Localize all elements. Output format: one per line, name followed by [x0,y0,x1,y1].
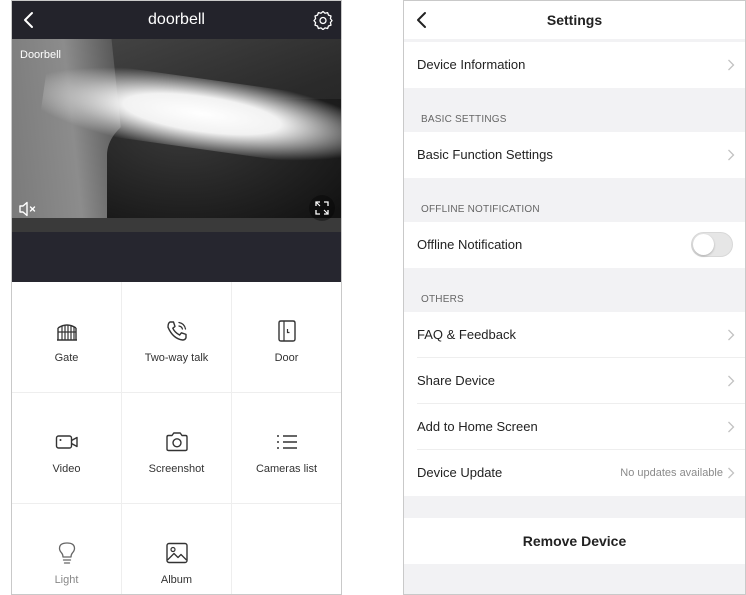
update-status: No updates available [620,467,723,479]
video-camera-icon [55,435,78,449]
list-icon [276,435,297,449]
camera-icon [165,432,188,452]
screenshot-button[interactable]: Screenshot [122,393,232,504]
device-information-label: Device Information [417,57,526,72]
chevron-right-icon [728,467,735,479]
mute-icon[interactable] [17,199,39,219]
device-update-label: Device Update [417,465,503,480]
cameras-list-label: Cameras list [255,463,318,475]
section-header-basic: BASIC SETTINGS [421,114,507,125]
section-header-offline: OFFLINE NOTIFICATION [421,204,540,215]
light-button[interactable]: Light [12,504,122,594]
chevron-right-icon [728,149,735,161]
two-way-talk-button[interactable]: Two-way talk [122,282,232,393]
doorbell-screen: doorbell Doorbell Gate Two-way talk Door… [11,0,342,595]
empty-grid-cell [232,504,341,594]
chevron-right-icon [728,375,735,387]
gate-icon [56,324,77,341]
add-to-home-screen-row[interactable]: Add to Home Screen [404,404,745,450]
gate-button[interactable]: Gate [12,282,122,393]
light-bulb-icon [58,542,75,564]
image-icon [165,542,188,564]
control-grid: Gate Two-way talk Door Video Screenshot … [12,282,341,594]
two-way-talk-label: Two-way talk [144,352,209,364]
remove-device-label: Remove Device [522,533,627,549]
gear-icon[interactable] [313,10,333,30]
expand-icon [315,201,329,215]
settings-header: Settings [404,1,745,39]
offline-notification-row: Offline Notification [404,222,745,268]
add-to-home-screen-label: Add to Home Screen [417,419,538,434]
door-icon [277,320,296,342]
video-label: Video [52,463,81,475]
door-button[interactable]: Door [232,282,341,393]
share-device-row[interactable]: Share Device [404,358,745,404]
basic-function-settings-row[interactable]: Basic Function Settings [404,132,745,178]
share-device-label: Share Device [417,373,496,388]
settings-screen: Settings Device Information BASIC SETTIN… [403,0,746,595]
device-information-row[interactable]: Device Information [404,42,745,88]
screenshot-label: Screenshot [148,463,205,475]
basic-function-settings-label: Basic Function Settings [417,147,553,162]
door-label: Door [274,352,299,364]
stream-label: Doorbell [20,49,61,61]
faq-feedback-row[interactable]: FAQ & Feedback [404,312,745,358]
live-video-view[interactable]: Doorbell [12,39,341,232]
video-button[interactable]: Video [12,393,122,504]
cameras-list-button[interactable]: Cameras list [232,393,341,504]
gate-label: Gate [54,352,79,364]
offline-notification-label: Offline Notification [417,237,523,252]
toggle-knob [693,234,714,255]
album-button[interactable]: Album [122,504,232,594]
chevron-right-icon [728,421,735,433]
phone-talk-icon [166,321,187,341]
camera-top-bar: doorbell [12,1,341,39]
faq-feedback-label: FAQ & Feedback [417,327,516,342]
album-label: Album [160,574,193,586]
chevron-right-icon [728,329,735,341]
remove-device-button[interactable]: Remove Device [404,518,745,564]
chevron-right-icon [728,59,735,71]
device-update-row[interactable]: Device Update No updates available [404,450,745,496]
light-label: Light [54,574,79,586]
fullscreen-button[interactable] [309,195,335,221]
video-control-band [12,232,341,282]
page-title: Settings [546,12,603,28]
offline-notification-toggle[interactable] [691,232,733,257]
section-header-others: OTHERS [421,294,464,305]
video-floor [12,218,341,232]
camera-title: doorbell [148,11,205,28]
